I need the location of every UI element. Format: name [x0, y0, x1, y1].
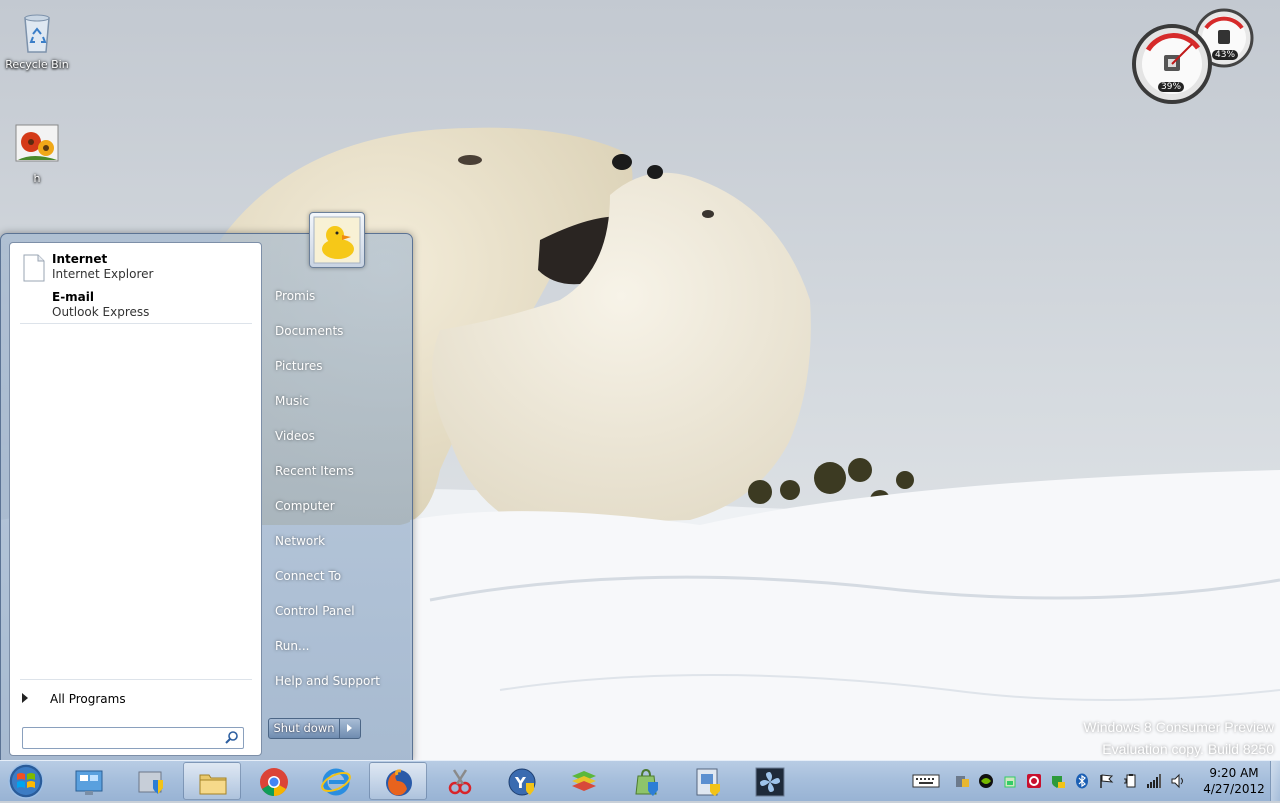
snipping-tool-icon — [448, 769, 472, 795]
chevron-right-icon — [347, 724, 352, 732]
control-panel-icon — [75, 770, 103, 795]
cpu-usage-label: 39% — [1158, 82, 1185, 92]
start-menu-item-recent-items[interactable]: Recent Items — [267, 459, 415, 483]
cpu-meter-gadget[interactable]: 39% 43% — [1128, 8, 1256, 104]
watermark-line-1: Windows 8 Consumer Preview — [1083, 719, 1274, 735]
flag-icon[interactable] — [1098, 773, 1114, 789]
start-menu-item-help-and-support[interactable]: Help and Support — [267, 669, 415, 693]
taskbar-app-setup-wizard[interactable] — [679, 762, 737, 800]
start-button[interactable] — [6, 762, 46, 800]
pinned-item-subtitle: Outlook Express — [52, 305, 150, 319]
desktop-icon-recycle-bin[interactable]: Recycle Bin — [0, 8, 74, 71]
firefox-icon — [386, 769, 412, 796]
desktop-icon-h[interactable]: h — [0, 122, 74, 185]
evaluation-watermark: Windows 8 Consumer Preview Evaluation co… — [1083, 716, 1274, 760]
shutdown-control: Shut down — [268, 718, 361, 739]
pinned-separator — [20, 323, 252, 324]
start-menu-item-promis[interactable]: Promis — [267, 284, 415, 308]
start-menu-item-pictures[interactable]: Pictures — [267, 354, 415, 378]
shutdown-options-button[interactable] — [339, 718, 361, 739]
pinned-item-internet[interactable]: Internet Internet Explorer — [18, 251, 254, 287]
pinned-item-title: Internet — [52, 252, 108, 266]
taskbar-app-winrar[interactable] — [555, 762, 613, 800]
network-device-icon[interactable] — [954, 773, 970, 789]
memory-usage-label: 43% — [1212, 50, 1239, 60]
file-explorer-icon — [199, 774, 227, 795]
internet-explorer-icon — [321, 768, 351, 796]
start-menu-item-videos[interactable]: Videos — [267, 424, 415, 448]
installer-shield-icon — [635, 768, 658, 796]
taskbar-app-firefox[interactable] — [369, 762, 427, 800]
all-programs-label: All Programs — [50, 692, 126, 706]
start-menu-item-network[interactable]: Network — [267, 529, 415, 553]
nvidia-icon[interactable] — [978, 773, 994, 789]
yahoo-messenger-icon: Y — [508, 768, 536, 796]
taskbar-app-file-explorer[interactable] — [183, 762, 241, 800]
search-icon[interactable] — [225, 730, 239, 744]
pinned-item-title: E-mail — [52, 290, 95, 304]
desktop-icon-label: Recycle Bin — [5, 58, 69, 71]
all-programs-button[interactable]: All Programs — [20, 691, 252, 711]
windows-logo-icon — [8, 763, 44, 799]
show-desktop-button[interactable] — [1270, 761, 1280, 801]
system-clock[interactable]: 9:20 AM 4/27/2012 — [1196, 765, 1272, 797]
system-tray — [910, 761, 1210, 801]
all-programs-separator — [20, 679, 252, 680]
security-check-icon[interactable] — [1050, 773, 1066, 789]
taskbar: Y 9:20 AM 4/27/2012 — [0, 760, 1280, 801]
volume-icon[interactable] — [1170, 773, 1186, 789]
setup-wizard-icon — [696, 768, 720, 796]
start-menu-item-music[interactable]: Music — [267, 389, 415, 413]
start-menu-item-documents[interactable]: Documents — [267, 319, 415, 343]
start-menu-programs-pane: Internet Internet Explorer E-mail Outloo… — [9, 242, 262, 756]
chevron-right-icon — [22, 693, 28, 703]
taskbar-app-security[interactable] — [122, 762, 180, 800]
taskbar-app-yahoo-messenger[interactable]: Y — [493, 762, 551, 800]
keyboard-icon[interactable] — [912, 773, 940, 789]
start-menu-item-control-panel[interactable]: Control Panel — [267, 599, 415, 623]
security-shield-icon — [138, 771, 163, 794]
battery-meter-icon[interactable] — [1002, 773, 1018, 789]
power-icon[interactable] — [1122, 773, 1138, 789]
taskbar-app-installer[interactable] — [617, 762, 675, 800]
pinned-item-subtitle: Internet Explorer — [52, 267, 154, 281]
taskbar-app-snipping-tool[interactable] — [431, 762, 489, 800]
rubber-duck-icon — [313, 216, 361, 264]
desktop-icon-label: h — [33, 172, 41, 185]
taskbar-app-chrome[interactable] — [245, 762, 303, 800]
signal-bars-icon[interactable] — [1146, 773, 1162, 789]
pinned-item-email[interactable]: E-mail Outlook Express — [18, 289, 254, 325]
start-menu-item-run[interactable]: Run... — [267, 634, 415, 658]
internet-explorer-icon — [20, 253, 48, 283]
flower-image-icon — [13, 122, 61, 170]
chrome-icon — [260, 768, 288, 796]
start-menu-item-computer[interactable]: Computer — [267, 494, 415, 518]
taskbar-app-fan-control[interactable] — [741, 762, 799, 800]
bluetooth-icon[interactable] — [1074, 773, 1090, 789]
taskbar-app-internet-explorer[interactable] — [307, 762, 365, 800]
shutdown-button[interactable]: Shut down — [268, 718, 340, 739]
watermark-line-2: Evaluation copy. Build 8250 — [1102, 741, 1274, 757]
clock-time: 9:20 AM — [1209, 766, 1259, 780]
winrar-icon — [572, 771, 596, 791]
user-account-picture[interactable] — [309, 212, 365, 268]
antivirus-icon[interactable] — [1026, 773, 1042, 789]
start-search-input[interactable] — [27, 729, 217, 745]
start-menu-item-connect-to[interactable]: Connect To — [267, 564, 415, 588]
start-search-box[interactable] — [22, 727, 244, 749]
start-menu: Internet Internet Explorer E-mail Outloo… — [0, 212, 415, 762]
recycle-bin-icon — [13, 8, 61, 56]
svg-text:Y: Y — [514, 774, 527, 792]
fan-control-icon — [755, 767, 785, 797]
taskbar-app-control-panel[interactable] — [60, 762, 118, 800]
clock-date: 4/27/2012 — [1203, 782, 1265, 796]
